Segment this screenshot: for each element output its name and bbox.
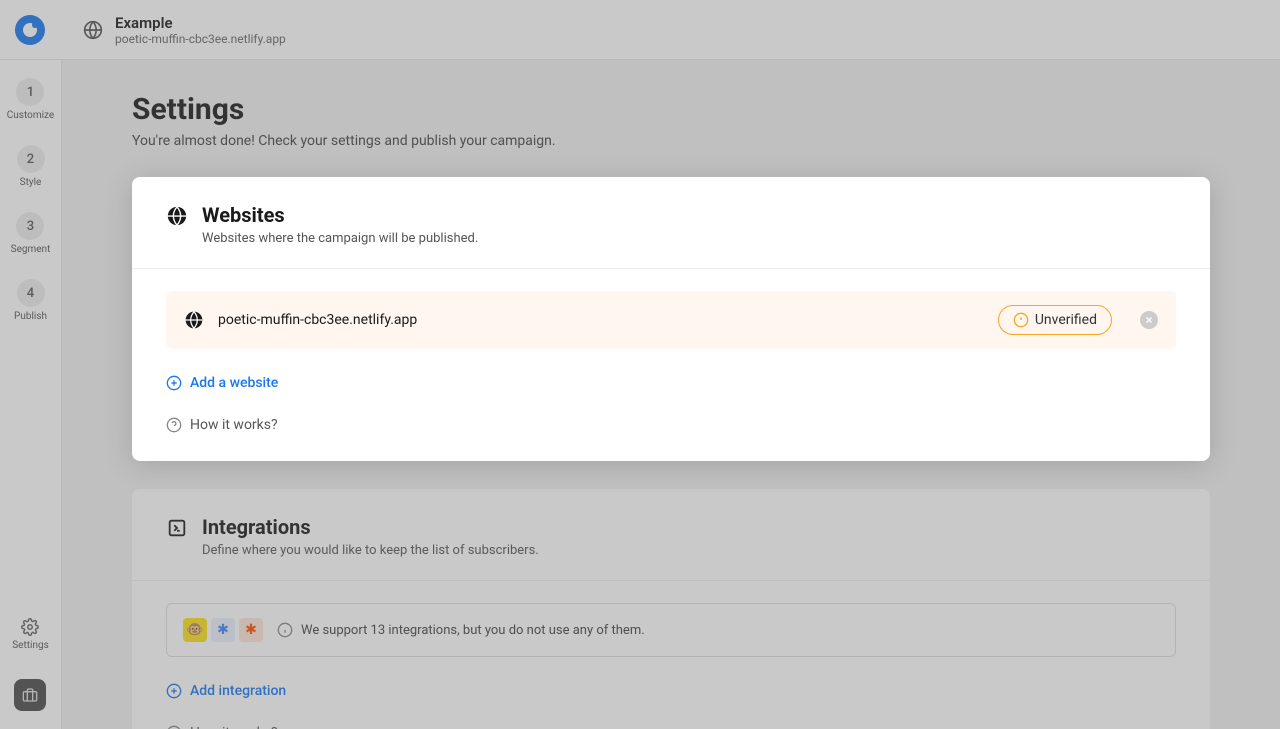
integration-icon-group: 🐵 ✱ ✱ xyxy=(183,618,263,642)
app-logo[interactable] xyxy=(15,15,45,45)
site-title: Example xyxy=(115,14,286,32)
card-desc: Define where you would like to keep the … xyxy=(202,543,539,558)
help-icon xyxy=(166,417,182,433)
plus-circle-icon xyxy=(166,375,182,391)
integrations-info: 🐵 ✱ ✱ We support 13 integrations, but yo… xyxy=(166,603,1176,657)
integrations-card: Integrations Define where you would like… xyxy=(132,489,1210,729)
integrations-help-link[interactable]: How it works? xyxy=(166,725,1176,729)
status-badge: Unverified xyxy=(998,305,1112,335)
add-website-link[interactable]: Add a website xyxy=(166,375,1176,391)
step-segment[interactable]: 3 Segment xyxy=(11,212,51,255)
integration-icon xyxy=(166,517,188,539)
sidebar: 1 Customize 2 Style 3 Segment 4 Publish … xyxy=(0,60,62,729)
step-style[interactable]: 2 Style xyxy=(17,145,45,188)
remove-website-button[interactable] xyxy=(1140,311,1158,329)
step-publish[interactable]: 4 Publish xyxy=(14,279,47,322)
page-title: Settings xyxy=(132,92,1210,127)
info-icon xyxy=(277,622,293,638)
gear-icon xyxy=(21,618,39,636)
page-subtitle: You're almost done! Check your settings … xyxy=(132,133,1210,149)
top-header: Example poetic-muffin-cbc3ee.netlify.app xyxy=(0,0,1280,60)
mailchimp-icon: 🐵 xyxy=(183,618,207,642)
globe-icon xyxy=(83,20,103,40)
help-icon xyxy=(166,725,182,729)
briefcase-icon xyxy=(22,687,38,703)
site-selector[interactable]: Example poetic-muffin-cbc3ee.netlify.app xyxy=(83,14,286,46)
add-integration-link[interactable]: Add integration xyxy=(166,683,1176,699)
briefcase-button[interactable] xyxy=(14,679,46,711)
close-icon xyxy=(1144,315,1154,325)
zapier-icon: ✱ xyxy=(239,618,263,642)
warning-icon xyxy=(1013,312,1029,328)
globe-icon xyxy=(166,205,188,227)
website-url: poetic-muffin-cbc3ee.netlify.app xyxy=(218,312,984,328)
website-row[interactable]: poetic-muffin-cbc3ee.netlify.app Unverif… xyxy=(166,291,1176,349)
spiral-icon: ✱ xyxy=(211,618,235,642)
card-title: Websites xyxy=(202,203,478,227)
sidebar-settings[interactable]: Settings xyxy=(12,618,49,651)
plus-circle-icon xyxy=(166,683,182,699)
site-domain: poetic-muffin-cbc3ee.netlify.app xyxy=(115,32,286,46)
main-content: Settings You're almost done! Check your … xyxy=(62,60,1280,729)
card-title: Integrations xyxy=(202,515,539,539)
websites-card: Websites Websites where the campaign wil… xyxy=(132,177,1210,461)
websites-help-link[interactable]: How it works? xyxy=(166,417,1176,433)
card-desc: Websites where the campaign will be publ… xyxy=(202,231,478,246)
globe-icon xyxy=(184,310,204,330)
step-customize[interactable]: 1 Customize xyxy=(7,78,54,121)
